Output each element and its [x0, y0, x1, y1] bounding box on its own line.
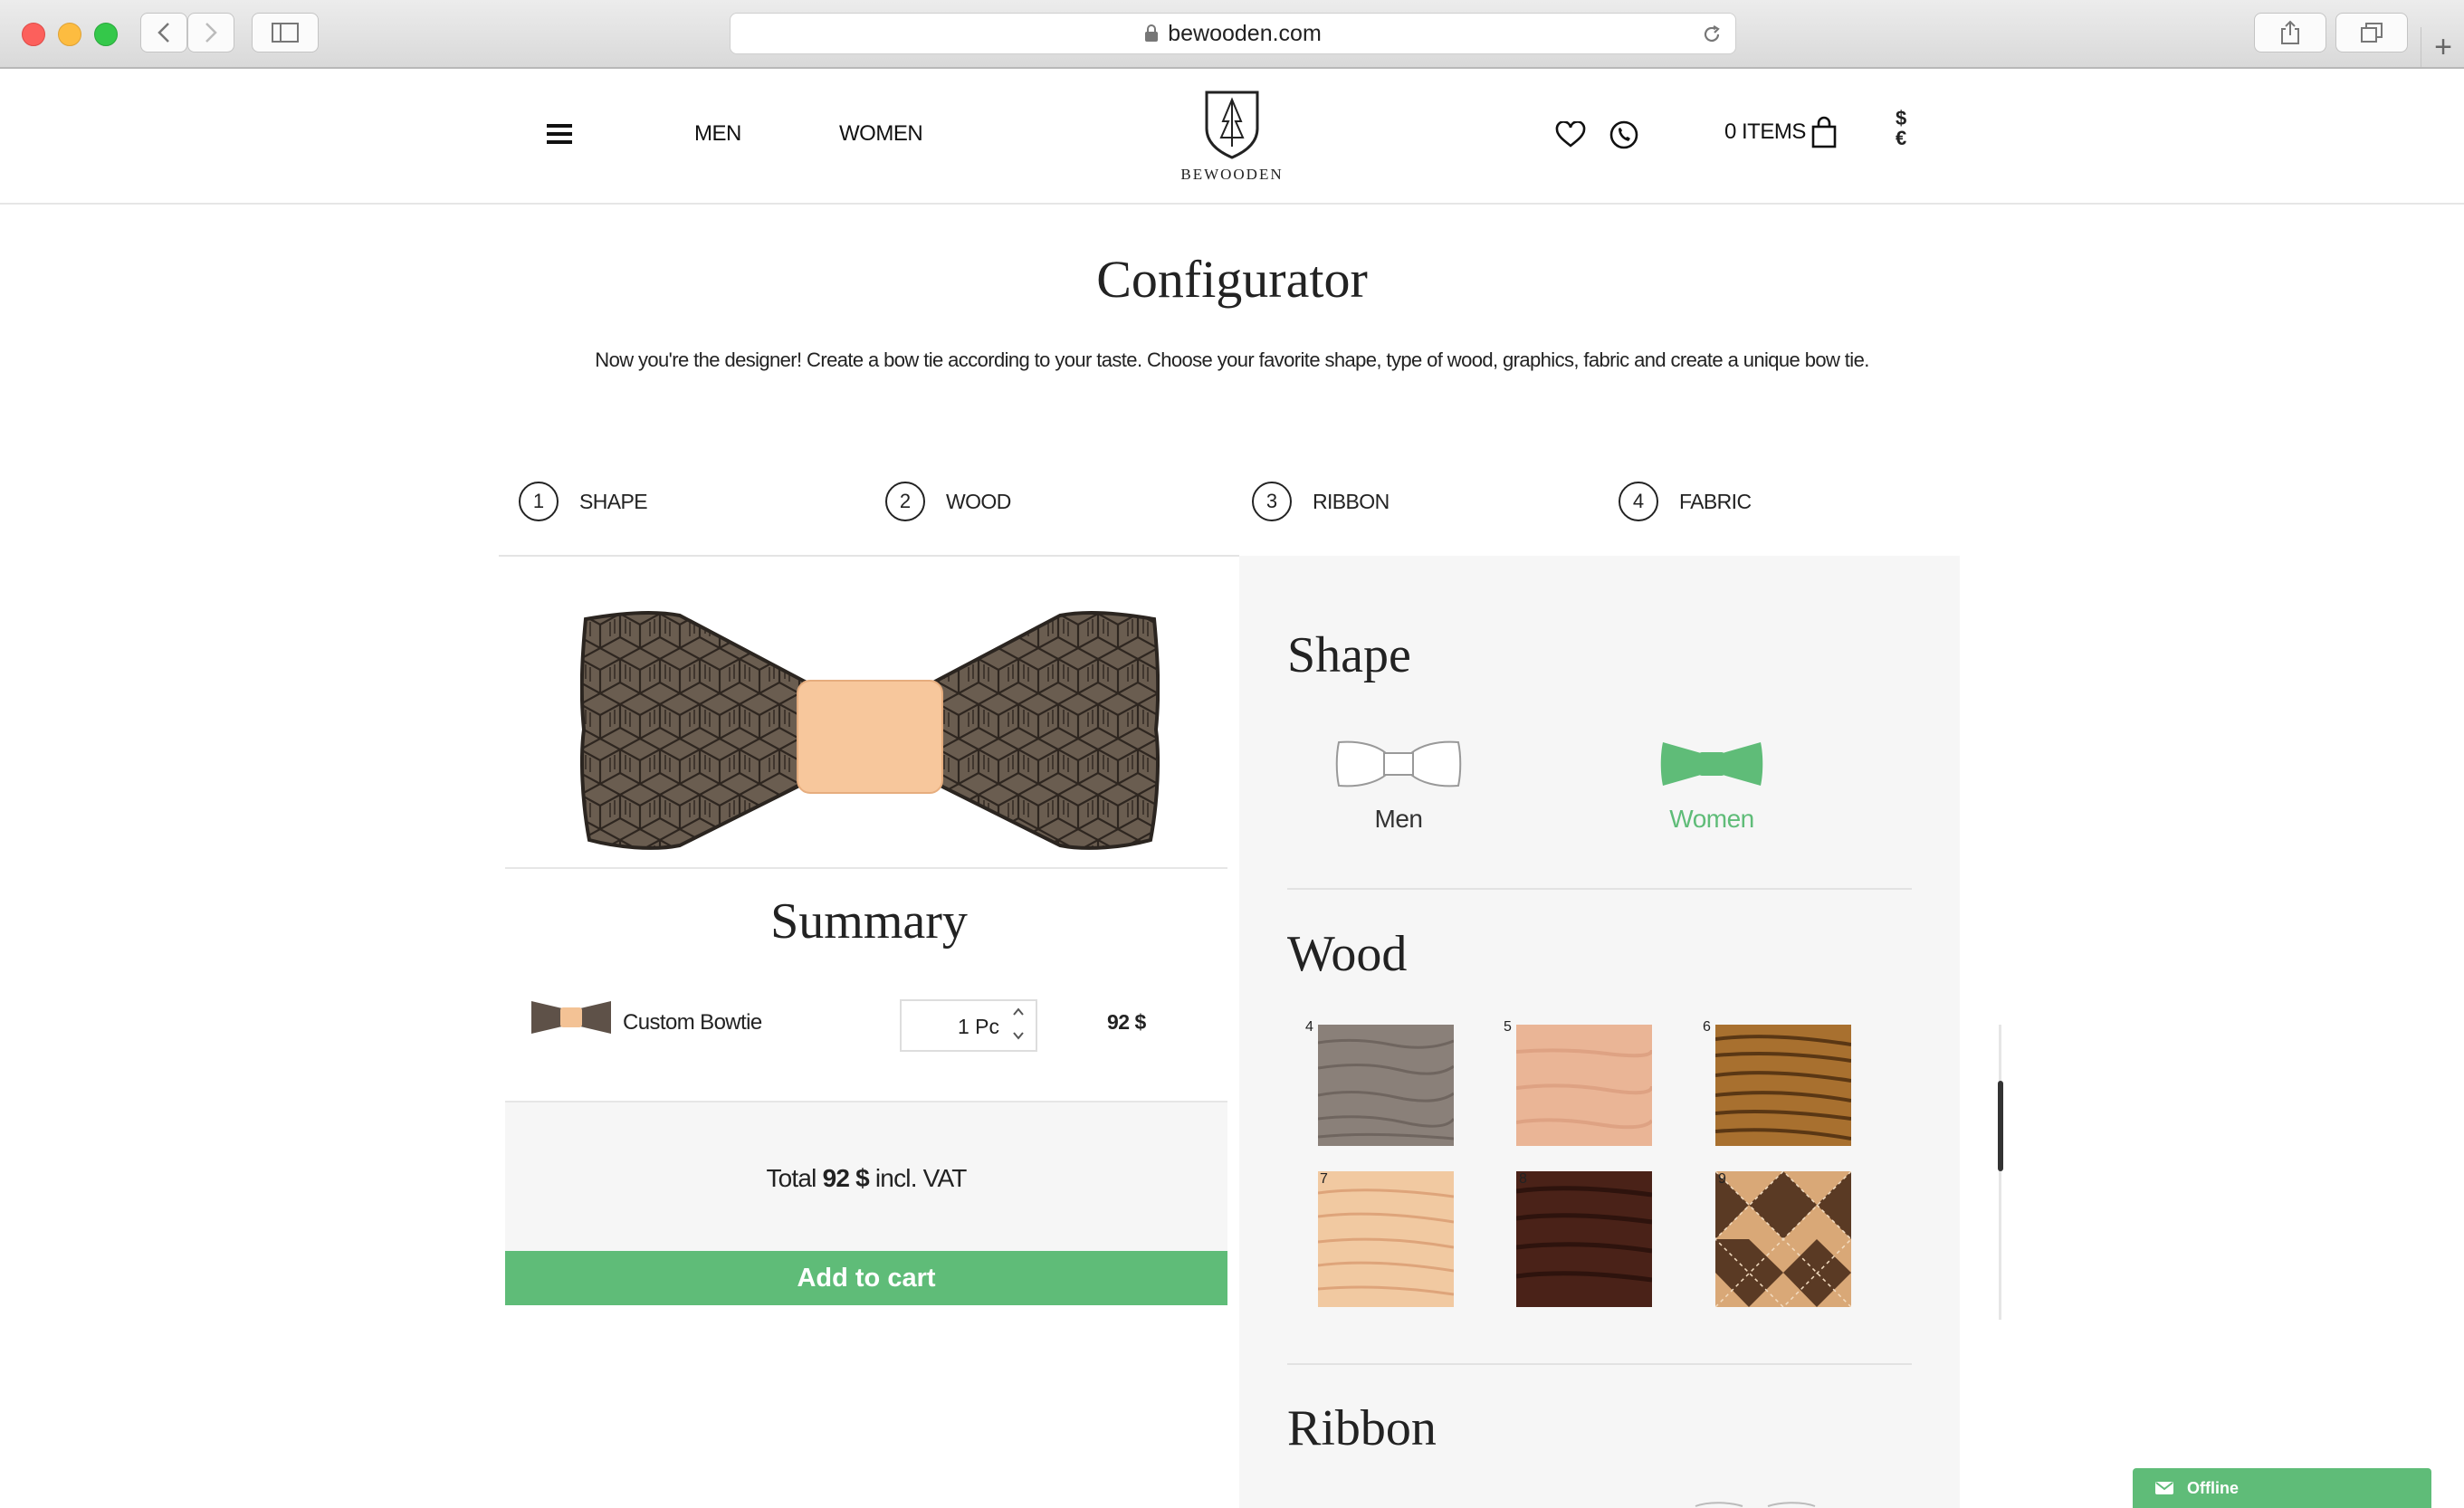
- wood-tile-number: 5: [1504, 1019, 1512, 1035]
- share-icon: [2281, 20, 2299, 44]
- step-number: 3: [1252, 482, 1292, 521]
- hamburger-menu-icon[interactable]: [547, 123, 572, 145]
- increment-icon[interactable]: [1012, 1007, 1025, 1017]
- chevron-right-icon: [205, 23, 217, 43]
- shape-section-title: Shape: [1287, 627, 1411, 683]
- wood-tile-number: 9: [1718, 1171, 1726, 1187]
- wood-tile-number: 6: [1703, 1019, 1711, 1035]
- currency-usd[interactable]: $: [1896, 109, 1906, 129]
- wood-tile-9[interactable]: [1715, 1171, 1851, 1307]
- add-to-cart-button[interactable]: Add to cart: [505, 1251, 1227, 1305]
- summary-item-name: Custom Bowtie: [623, 1010, 762, 1035]
- sidebar-toggle-button[interactable]: [252, 13, 319, 52]
- total-line: Total 92 $ incl. VAT: [505, 1164, 1227, 1193]
- wood-tile-number: 8: [1519, 1171, 1527, 1187]
- ribbon-option-preview[interactable]: [1692, 1497, 1819, 1508]
- quantity-stepper[interactable]: 1 Pc: [900, 999, 1037, 1052]
- bowtie-thumbnail: [531, 1001, 611, 1034]
- currency-switcher[interactable]: $ €: [1896, 109, 1906, 148]
- nav-link-women[interactable]: WOMEN: [839, 121, 923, 147]
- close-window-button[interactable]: [22, 23, 45, 46]
- phone-icon[interactable]: [1609, 119, 1639, 150]
- quantity-value: 1 Pc: [957, 1015, 999, 1038]
- tabs-icon: [2361, 23, 2383, 43]
- wood-tile-number: 7: [1320, 1171, 1328, 1187]
- heart-icon[interactable]: [1555, 121, 1586, 148]
- shape-option-label: Women: [1669, 805, 1754, 833]
- minimize-window-button[interactable]: [58, 23, 81, 46]
- address-bar[interactable]: bewooden.com: [730, 13, 1736, 54]
- decrement-icon[interactable]: [1012, 1030, 1025, 1041]
- step-number: 2: [885, 482, 925, 521]
- new-tab-button[interactable]: +: [2421, 27, 2464, 67]
- total-suffix: incl. VAT: [874, 1164, 967, 1192]
- chat-widget-offline[interactable]: Offline: [2133, 1468, 2431, 1508]
- back-button[interactable]: [140, 13, 187, 52]
- forward-button[interactable]: [187, 13, 234, 52]
- step-wood[interactable]: 2 WOOD: [885, 480, 1011, 523]
- wood-tile-5[interactable]: [1516, 1025, 1652, 1146]
- step-label: RIBBON: [1313, 489, 1390, 513]
- cart-items-label[interactable]: 0 ITEMS: [1724, 119, 1806, 145]
- options-panel: Shape Men Women Wood 4 5 6 7 8 9 Ribbon: [1239, 556, 2003, 1508]
- step-shape[interactable]: 1 SHAPE: [519, 480, 648, 523]
- reload-icon[interactable]: [1701, 24, 1723, 45]
- chevron-left-icon: [158, 23, 169, 43]
- wood-tile-8[interactable]: [1516, 1171, 1652, 1307]
- summary-item-price: 92 $: [1107, 1010, 1146, 1034]
- wood-tile-number: 4: [1305, 1019, 1313, 1035]
- zoom-window-button[interactable]: [94, 23, 118, 46]
- shape-option-label: Men: [1374, 805, 1423, 833]
- step-number: 4: [1619, 482, 1658, 521]
- wood-section-title: Wood: [1287, 926, 1408, 982]
- currency-eur[interactable]: €: [1896, 129, 1906, 148]
- site-logo[interactable]: BEWOODEN: [1168, 87, 1296, 184]
- preview-column: Summary Custom Bowtie 1 Pc 92 $ Total 92…: [499, 556, 1239, 1508]
- envelope-icon: [2155, 1482, 2173, 1494]
- bowtie-preview-image: [580, 611, 1160, 850]
- lock-icon: [1145, 24, 1159, 42]
- wood-tile-4[interactable]: [1318, 1025, 1454, 1146]
- shopping-bag-icon[interactable]: [1810, 116, 1838, 148]
- shape-option-men[interactable]: Men: [1330, 737, 1467, 834]
- total-prefix: Total: [766, 1164, 817, 1192]
- tabs-overview-button[interactable]: [2335, 13, 2408, 52]
- wood-scrollbar-track[interactable]: [1999, 1025, 2001, 1320]
- site-header: MEN WOMEN BEWOODEN 0 ITEMS $ €: [0, 69, 2464, 205]
- intro-text: Now you're the designer! Create a bow ti…: [595, 348, 1869, 371]
- bowtie-filled-icon: [1660, 742, 1763, 786]
- step-number: 1: [519, 482, 559, 521]
- ribbon-section-title: Ribbon: [1287, 1400, 1437, 1456]
- logo-text: BEWOODEN: [1180, 166, 1284, 183]
- plus-icon: +: [2434, 29, 2452, 64]
- divider: [1287, 888, 1912, 890]
- step-label: WOOD: [946, 489, 1011, 513]
- total-value: 92 $: [822, 1164, 870, 1192]
- divider: [505, 867, 1227, 869]
- url-text: bewooden.com: [1168, 20, 1322, 46]
- step-ribbon[interactable]: 3 RIBBON: [1252, 480, 1390, 523]
- divider: [1287, 1363, 1912, 1365]
- browser-toolbar: bewooden.com +: [0, 0, 2464, 69]
- summary-title: Summary: [770, 893, 968, 950]
- total-panel: Total 92 $ incl. VAT: [505, 1102, 1227, 1256]
- nav-link-men[interactable]: MEN: [694, 121, 741, 147]
- wood-tile-6[interactable]: [1715, 1025, 1851, 1146]
- page-title: Configurator: [1096, 250, 1368, 309]
- wood-tile-7[interactable]: [1318, 1171, 1454, 1307]
- share-button[interactable]: [2254, 13, 2326, 52]
- shape-option-women[interactable]: Women: [1643, 737, 1781, 834]
- step-label: SHAPE: [579, 489, 648, 513]
- bowtie-outline-icon: [1335, 740, 1462, 787]
- wood-scrollbar-thumb[interactable]: [1998, 1081, 2003, 1171]
- step-label: FABRIC: [1679, 489, 1752, 513]
- shield-tree-logo-icon: [1205, 91, 1259, 159]
- step-fabric[interactable]: 4 FABRIC: [1619, 480, 1752, 523]
- sidebar-icon: [272, 23, 299, 43]
- chat-status: Offline: [2187, 1478, 2239, 1497]
